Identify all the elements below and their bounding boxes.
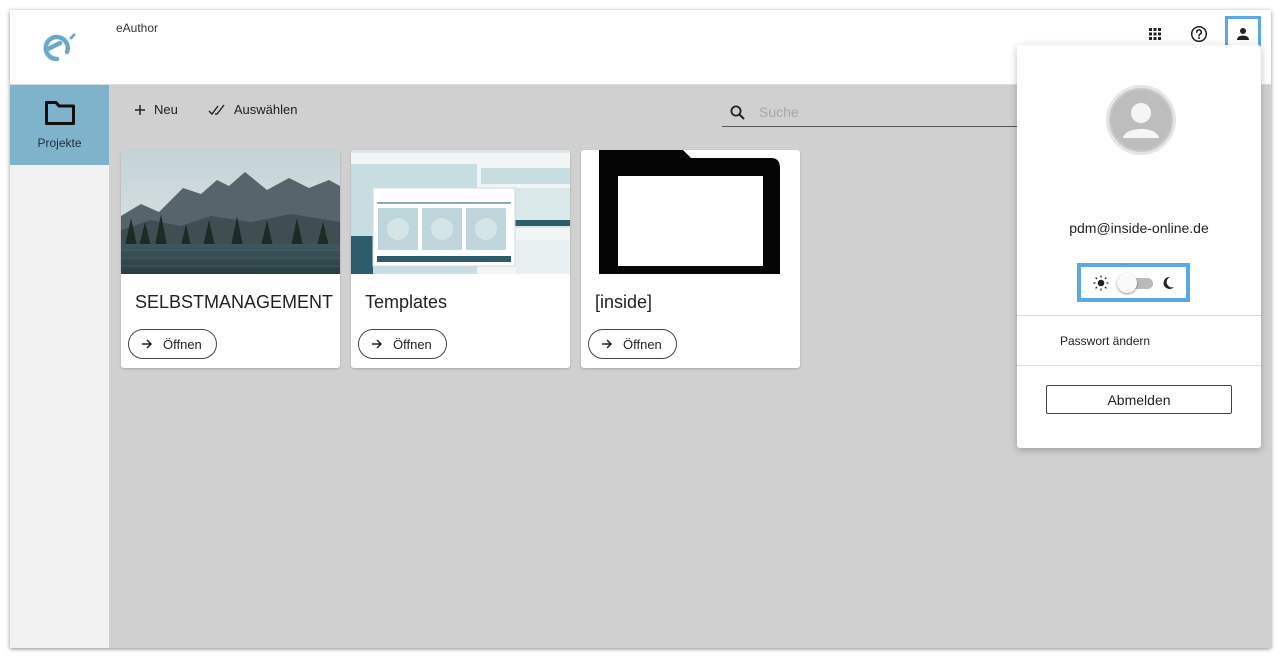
project-thumbnail [121,150,340,274]
search-icon [730,105,745,120]
menu-divider [1017,315,1261,316]
arrow-right-icon [602,339,613,349]
project-list: SELBSTMANAGEMENT Öffnen Templates Öffnen… [121,150,800,368]
app-window: eAuthor Projekte Neu Auswählen Suche SEL… [10,10,1271,648]
avatar [1106,85,1176,155]
open-project-button[interactable]: Öffnen [588,329,677,359]
arrow-right-icon [142,339,153,349]
open-project-button[interactable]: Öffnen [128,329,217,359]
sun-icon [1093,275,1108,290]
toolbar: Neu Auswählen [134,102,297,117]
sidebar-item-projekte[interactable]: Projekte [10,85,109,165]
open-button-label: Öffnen [163,336,202,352]
select-button-label: Auswählen [233,102,298,117]
project-title: SELBSTMANAGEMENT [135,292,334,312]
select-button[interactable]: Auswählen [208,102,298,117]
project-card[interactable]: [inside] Öffnen [581,150,800,368]
theme-toggle-group [1077,263,1190,302]
switch-knob [1116,272,1137,293]
open-button-label: Öffnen [623,336,662,352]
project-title: Templates [365,292,448,312]
new-button[interactable]: Neu [134,102,178,117]
moon-icon [1163,276,1174,289]
change-password-link[interactable]: Passwort ändern [1060,334,1150,348]
sidebar: Projekte [10,85,109,648]
double-check-icon [208,104,225,115]
help-icon [1190,25,1208,43]
arrow-right-icon [372,339,383,349]
project-card[interactable]: Templates Öffnen [351,150,570,368]
avatar-placeholder-icon [1111,90,1171,150]
menu-divider [1017,365,1261,366]
theme-switch[interactable] [1116,272,1155,293]
open-project-button[interactable]: Öffnen [358,329,447,359]
folder-thumbnail [581,150,800,274]
eauthor-logo [43,33,76,62]
project-title: [inside] [595,292,653,312]
folder-icon [44,101,75,125]
sidebar-item-label: Projekte [37,136,82,150]
search-input[interactable] [757,103,1001,121]
app-title: eAuthor [116,21,159,35]
logout-button[interactable]: Abmelden [1046,385,1232,414]
search-bar [722,98,1030,127]
project-card[interactable]: SELBSTMANAGEMENT Öffnen [121,150,340,368]
project-thumbnail [351,150,570,274]
open-button-label: Öffnen [393,336,432,352]
user-icon [1237,28,1249,40]
user-email: pdm@inside-online.de [1069,220,1209,236]
apps-grid-icon [1149,28,1161,40]
plus-icon [135,104,145,115]
new-button-label: Neu [154,102,178,117]
user-menu-dropdown: pdm@inside-online.de Passwort ändern Abm… [1017,45,1261,448]
